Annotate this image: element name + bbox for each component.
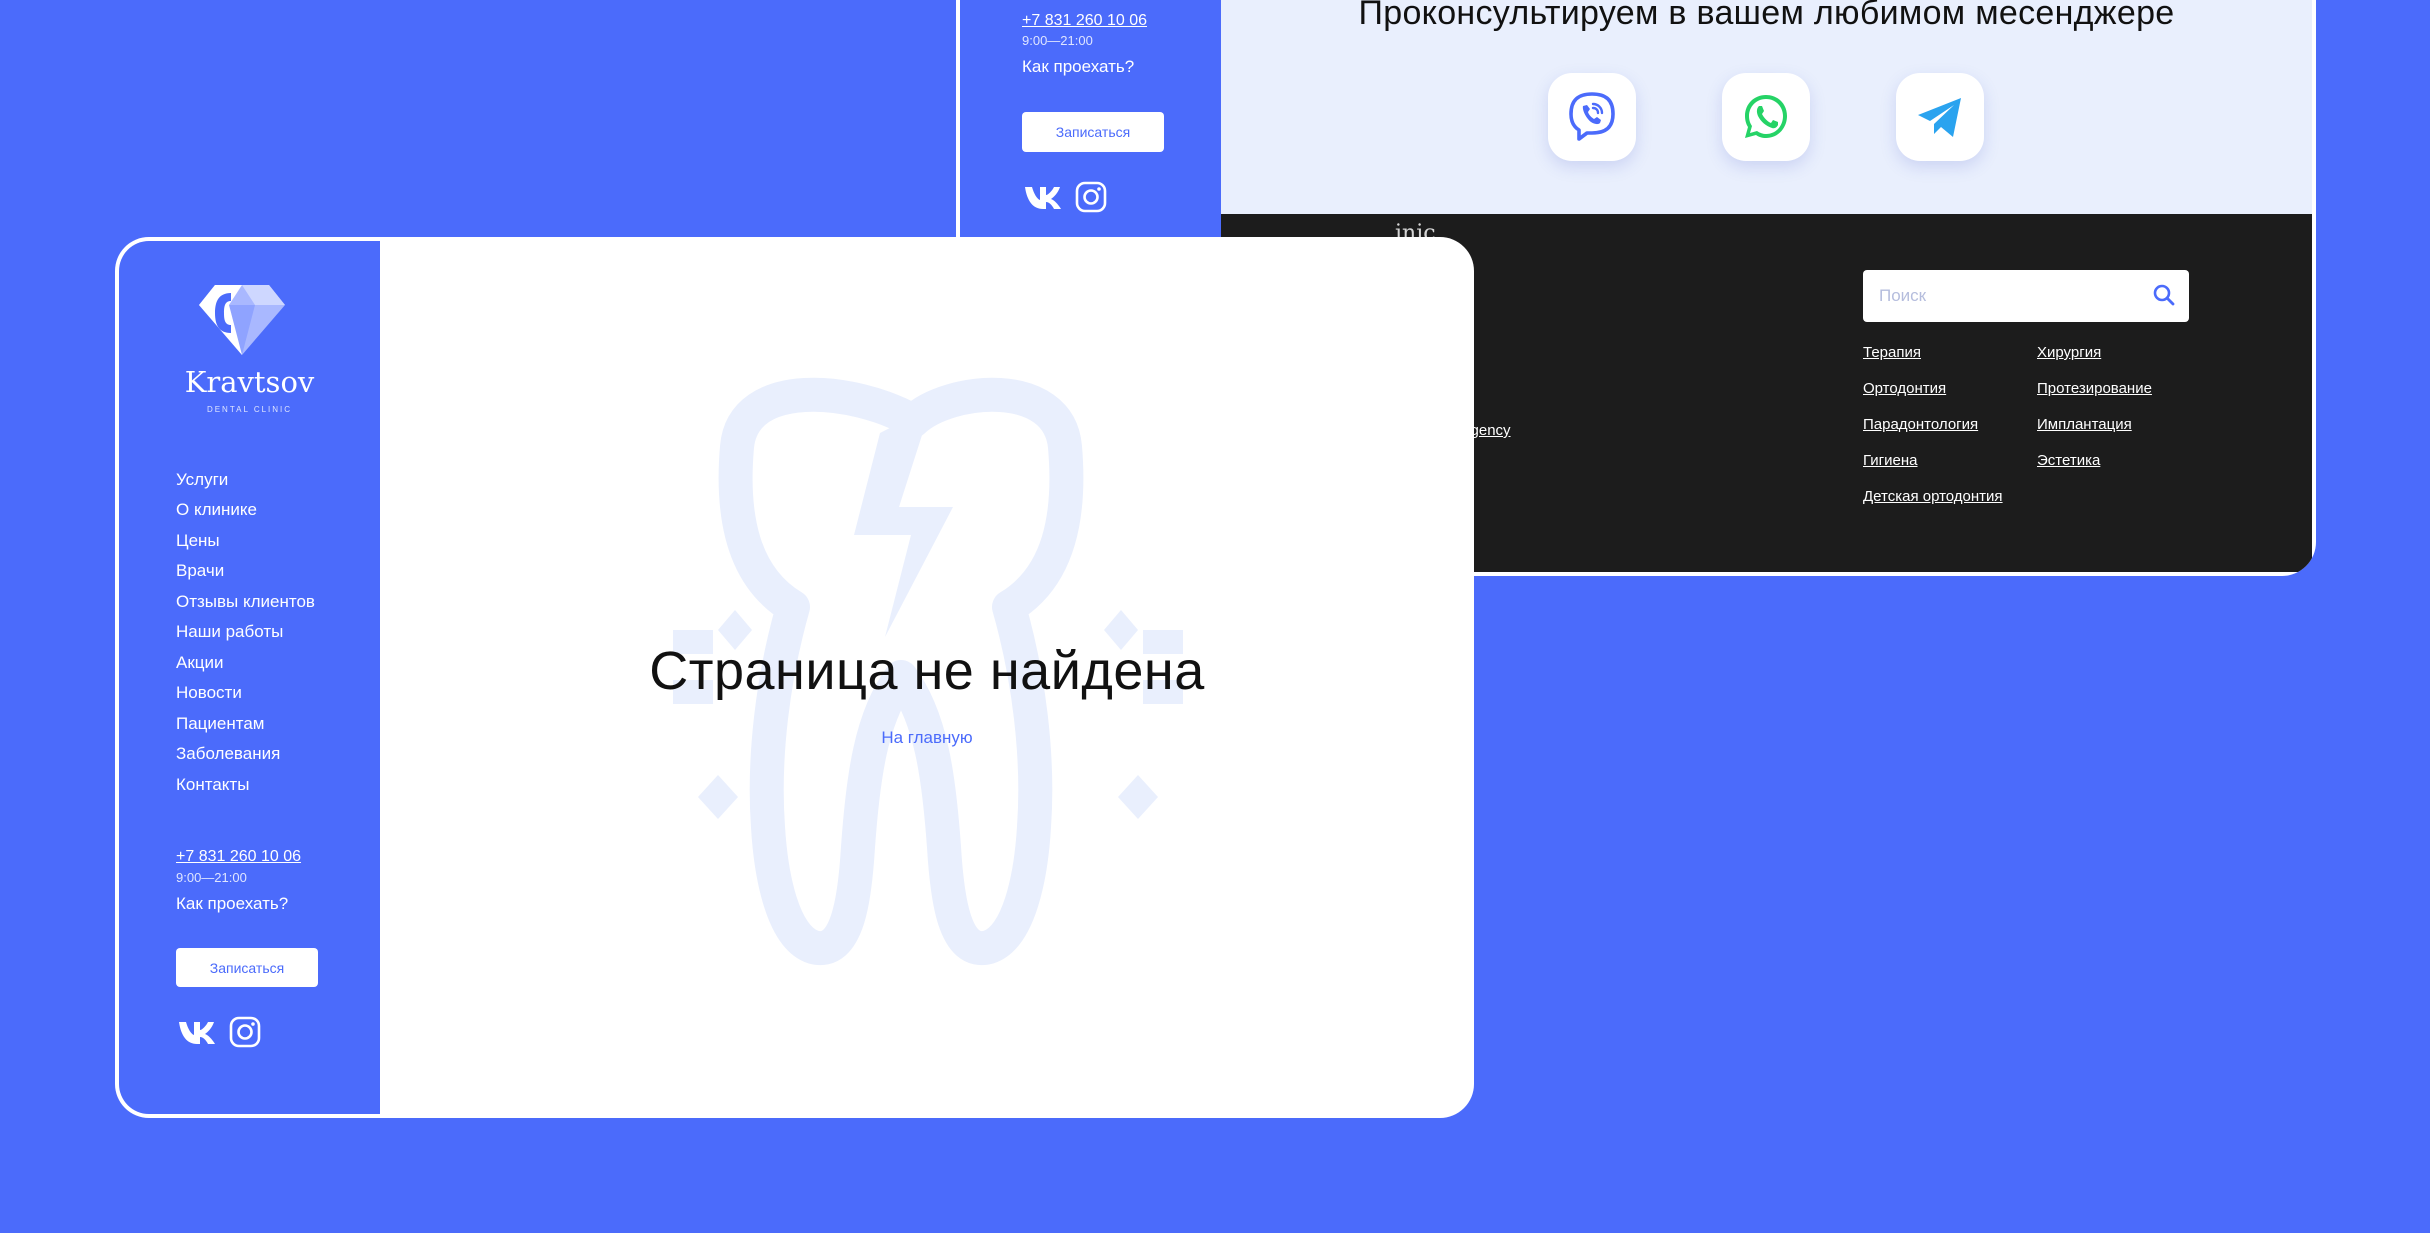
- back-book-button[interactable]: Записаться: [1022, 112, 1164, 152]
- instagram-icon[interactable]: [229, 1016, 261, 1048]
- footer-link-implantation[interactable]: Имплантация: [2037, 416, 2132, 433]
- back-book-button-label: Записаться: [1055, 124, 1131, 140]
- footer-search-placeholder: Поиск: [1879, 286, 1927, 305]
- nav-item-about[interactable]: О клинике: [176, 500, 257, 520]
- diamond-logo-icon: [199, 285, 285, 355]
- nav-item-prices[interactable]: Цены: [176, 531, 220, 551]
- nav-item-news[interactable]: Новости: [176, 683, 242, 703]
- footer-link-therapy[interactable]: Терапия: [1863, 344, 1921, 361]
- back-phone-link[interactable]: +7 831 260 10 06: [1022, 12, 1147, 30]
- back-route-link[interactable]: Как проехать?: [1022, 57, 1134, 77]
- viber-icon: [1569, 92, 1615, 141]
- working-hours: 9:00—21:00: [176, 870, 247, 885]
- clinic-logo[interactable]: Kravtsov DENTAL CLINIC: [119, 241, 380, 421]
- book-button[interactable]: Записаться: [176, 948, 318, 987]
- vk-icon[interactable]: [1024, 184, 1062, 210]
- search-icon[interactable]: [2151, 282, 2177, 308]
- nav-item-portfolio[interactable]: Наши работы: [176, 622, 283, 642]
- nav-item-reviews[interactable]: Отзывы клиентов: [176, 592, 315, 612]
- nav-item-promotions[interactable]: Акции: [176, 653, 224, 673]
- nav-item-services[interactable]: Услуги: [176, 470, 228, 490]
- messenger-consult-section: Проконсультируем в вашем любимом месендж…: [1221, 0, 2312, 214]
- nav-item-contacts[interactable]: Контакты: [176, 775, 249, 795]
- footer-link-prosthetics[interactable]: Протезирование: [2037, 380, 2152, 397]
- telegram-icon: [1918, 98, 1961, 137]
- nav-item-patients[interactable]: Пациентам: [176, 714, 265, 734]
- footer-link-kids-orthodontics[interactable]: Детская ортодонтия: [1863, 488, 2003, 505]
- not-found-title: Страница не найдена: [649, 641, 1205, 701]
- whatsapp-icon: [1745, 95, 1787, 138]
- footer-link-orthodontics[interactable]: Ортодонтия: [1863, 380, 1946, 397]
- front-sidebar: Kravtsov DENTAL CLINIC Услуги О клинике …: [119, 241, 380, 1114]
- footer-search-field[interactable]: Поиск: [1863, 270, 2189, 322]
- not-found-page-window: Kravtsov DENTAL CLINIC Услуги О клинике …: [115, 237, 1474, 1118]
- nav-item-diseases[interactable]: Заболевания: [176, 744, 280, 764]
- whatsapp-button[interactable]: [1722, 73, 1810, 161]
- phone-link[interactable]: +7 831 260 10 06: [176, 848, 301, 866]
- footer-link-periodontology[interactable]: Парадонтология: [1863, 416, 1978, 433]
- back-working-hours: 9:00—21:00: [1022, 33, 1093, 48]
- consult-title: Проконсультируем в вашем любимом месендж…: [1358, 0, 2175, 32]
- nav-item-doctors[interactable]: Врачи: [176, 561, 224, 581]
- telegram-button[interactable]: [1896, 73, 1984, 161]
- book-button-label: Записаться: [209, 959, 285, 976]
- home-link[interactable]: На главную: [380, 728, 1474, 748]
- footer-link-hygiene[interactable]: Гигиена: [1863, 452, 1917, 469]
- instagram-icon[interactable]: [1075, 181, 1107, 213]
- vk-icon[interactable]: [178, 1019, 216, 1045]
- route-link[interactable]: Как проехать?: [176, 894, 288, 914]
- footer-link-aesthetics[interactable]: Эстетика: [2037, 452, 2100, 469]
- not-found-content: Страница не найдена На главную: [380, 237, 1474, 1118]
- clinic-logo-tagline: DENTAL CLINIC: [206, 405, 293, 414]
- viber-button[interactable]: [1548, 73, 1636, 161]
- clinic-logo-name: Kravtsov: [184, 365, 315, 399]
- footer-link-surgery[interactable]: Хирургия: [2037, 344, 2101, 361]
